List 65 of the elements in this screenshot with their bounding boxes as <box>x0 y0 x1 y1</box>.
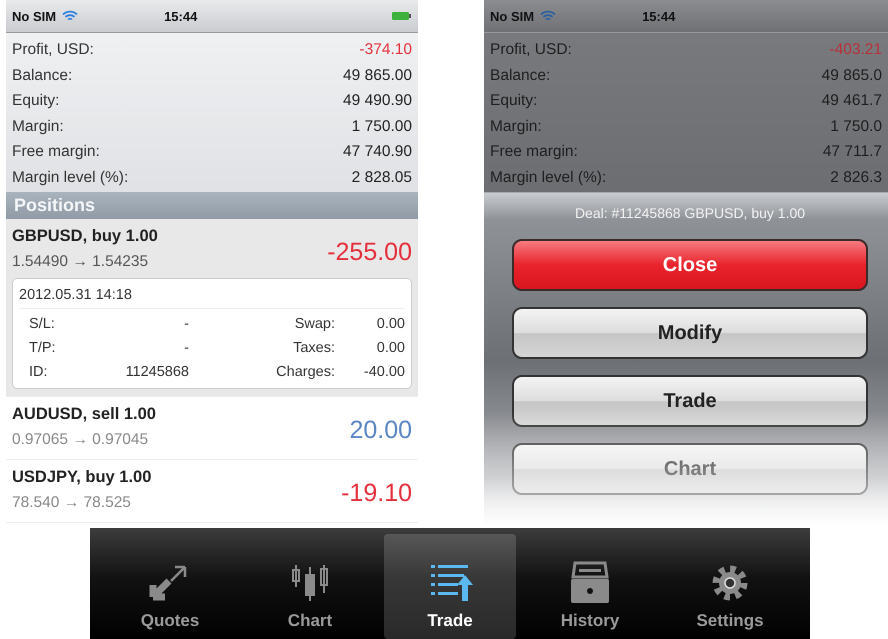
summary-value: 49 490.90 <box>343 91 412 111</box>
summary-value: 47 711.7 <box>822 142 882 162</box>
summary-value: 1 750.00 <box>352 116 412 136</box>
position-profit: -19.10 <box>341 478 412 508</box>
position-profit: 20.00 <box>349 414 412 444</box>
details-value: - <box>183 339 189 358</box>
position-prices: 1.54490 → 1.54235 <box>12 252 150 272</box>
action-button[interactable]: Chart <box>512 443 868 495</box>
battery-icon <box>392 11 412 21</box>
summary-label: Balance: <box>490 66 550 86</box>
tab[interactable]: Trade <box>384 534 516 639</box>
status-time: 15:44 <box>642 8 676 24</box>
summary-label: Margin: <box>490 116 542 136</box>
summary-label: Free margin: <box>490 142 578 162</box>
summary-value: 2 826.3 <box>830 168 882 188</box>
summary-label: Margin level (%): <box>12 168 128 188</box>
tab[interactable]: Chart <box>244 534 376 639</box>
status-time: 15:44 <box>164 8 198 24</box>
wifi-icon <box>540 10 556 22</box>
action-button[interactable]: Trade <box>512 375 868 427</box>
position-title: USDJPY, buy 1.00 <box>12 467 152 488</box>
details-label: Taxes: <box>292 339 335 358</box>
details-label: S/L: <box>28 315 56 334</box>
action-sheet-title: Deal: #11245868 GBPUSD, buy 1.00 <box>574 205 806 221</box>
summary-value: 47 740.90 <box>343 142 412 162</box>
summary-value: -403.21 <box>829 40 882 60</box>
carrier-label: No SIM <box>12 8 56 24</box>
summary-label: Profit, USD: <box>490 40 572 60</box>
details-value: 11245868 <box>124 363 189 382</box>
position-title: AUDUSD, sell 1.00 <box>12 404 156 425</box>
position-title: GBPUSD, buy 1.00 <box>12 226 158 247</box>
details-time: 2012.05.31 14:18 <box>19 282 405 309</box>
details-value: 0.00 <box>376 315 405 334</box>
action-button[interactable]: Modify <box>512 307 868 359</box>
details-label: T/P: <box>28 339 57 358</box>
section-header: Positions <box>6 192 418 219</box>
tab[interactable]: Quotes <box>104 534 236 639</box>
summary-value: -374.10 <box>359 40 412 60</box>
carrier-label: No SIM <box>490 8 534 24</box>
summary-label: Margin level (%): <box>490 168 606 188</box>
summary-value: 49 865.00 <box>343 66 412 86</box>
summary-label: Balance: <box>12 66 72 86</box>
position-prices: 0.97065 → 0.97045 <box>12 430 150 450</box>
tab[interactable]: History <box>524 534 656 639</box>
position-profit: -255.00 <box>327 236 412 266</box>
summary-value: 1 750.0 <box>830 116 882 136</box>
summary-label: Equity: <box>12 91 60 111</box>
position-prices: 78.540 → 78.525 <box>12 493 132 513</box>
summary-value: 49 865.0 <box>822 66 882 86</box>
details-label: Charges: <box>275 363 335 382</box>
summary-label: Free margin: <box>12 142 100 162</box>
summary-label: Margin: <box>12 116 64 136</box>
details-value: 0.00 <box>376 339 405 358</box>
tab[interactable]: Settings <box>664 534 796 639</box>
details-value: - <box>183 315 189 334</box>
summary-label: Profit, USD: <box>12 40 94 60</box>
details-label: Swap: <box>294 315 335 334</box>
summary-label: Equity: <box>490 91 538 111</box>
position-row[interactable]: GBPUSD, buy 1.00 1.54490 → 1.54235 -255.00 2012.05.31 14:18 S/L: - Swap: 0.00 T/P: - Taxes: 0.00 ID: 11245868 Charges: -40.00 <box>6 219 418 397</box>
summary-value: 2 828.05 <box>352 168 412 188</box>
wifi-icon <box>62 10 78 22</box>
details-value: -40.00 <box>362 363 405 382</box>
details-label: ID: <box>28 363 49 382</box>
action-button[interactable]: Close <box>512 239 868 291</box>
summary-value: 49 461.7 <box>822 91 882 111</box>
